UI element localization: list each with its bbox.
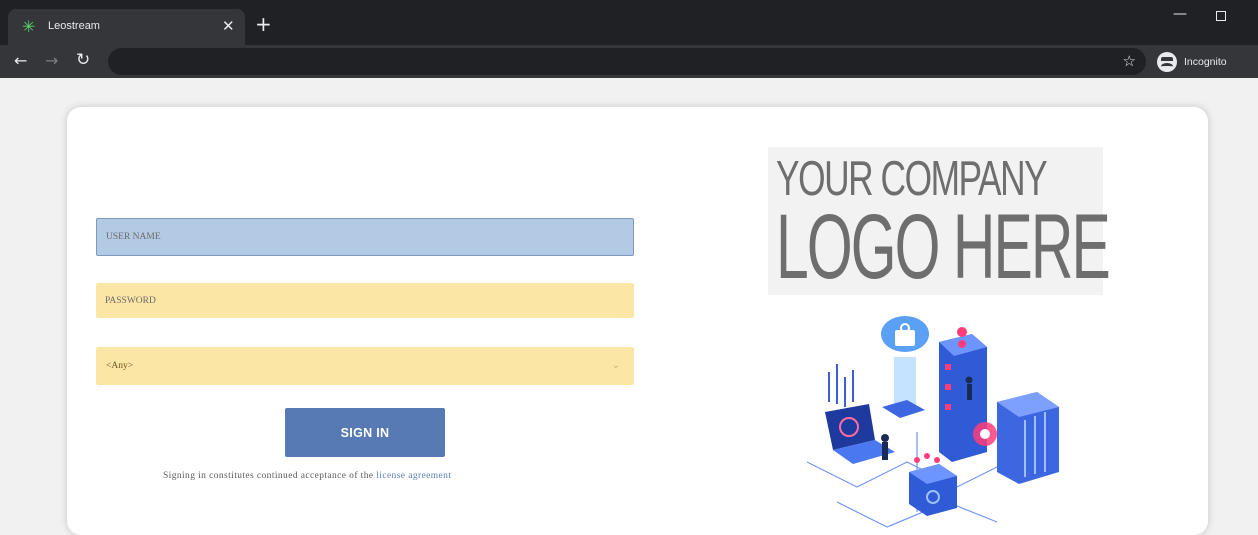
incognito-indicator[interactable]: Incognito <box>1157 50 1227 74</box>
cube-illustration <box>909 453 957 516</box>
browser-tab-bar: ✳ Leostream ✕ + — <box>0 0 1258 45</box>
sign-in-button[interactable]: SIGN IN <box>285 408 445 457</box>
minimize-icon[interactable]: — <box>1173 6 1187 22</box>
login-card: <Any> ⌄ SIGN IN Signing in constitutes c… <box>67 107 1208 535</box>
back-arrow-icon[interactable]: ← <box>14 51 27 70</box>
password-input[interactable] <box>96 283 634 318</box>
forward-arrow-icon[interactable]: → <box>45 51 58 70</box>
browser-tab[interactable]: ✳ Leostream ✕ <box>8 9 245 45</box>
incognito-icon <box>1157 52 1177 72</box>
close-icon[interactable]: ✕ <box>222 17 235 35</box>
datacenter-illustration <box>806 316 1059 528</box>
domain-select[interactable]: <Any> ⌄ <box>96 347 634 385</box>
cloud-lock-icon <box>881 316 929 407</box>
address-bar[interactable]: ☆ <box>108 48 1146 75</box>
incognito-label: Incognito <box>1184 56 1227 68</box>
leostream-favicon-icon: ✳ <box>22 17 36 36</box>
reload-icon[interactable]: ↻ <box>76 50 90 70</box>
chevron-down-icon: ⌄ <box>611 360 620 371</box>
browser-toolbar: ← → ↻ ☆ Incognito <box>0 45 1258 78</box>
license-notice-text: Signing in constitutes continued accepta… <box>163 471 377 481</box>
logo-line-2: LOGO HERE <box>776 196 1111 298</box>
new-tab-button[interactable]: + <box>255 14 272 34</box>
license-notice: Signing in constitutes continued accepta… <box>163 471 451 481</box>
storage-block <box>997 392 1059 484</box>
domain-select-value: <Any> <box>106 361 134 371</box>
username-input[interactable] <box>96 218 634 256</box>
license-agreement-link[interactable]: license agreement <box>376 471 451 481</box>
maximize-icon[interactable] <box>1216 11 1226 21</box>
star-icon[interactable]: ☆ <box>1123 52 1136 70</box>
company-logo: YOUR COMPANY LOGO HERE <box>768 147 1111 298</box>
tab-title: Leostream <box>48 20 100 32</box>
